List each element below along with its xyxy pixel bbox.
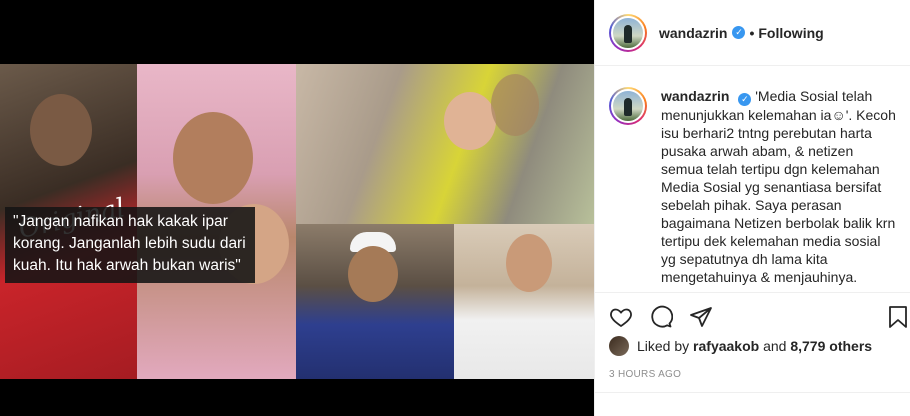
caption-text: wandazrin ✓ 'Media Sosial telah menunjuk… <box>661 87 897 292</box>
separator-dot: • <box>749 24 755 41</box>
likes-prefix: Liked by <box>637 338 690 354</box>
verified-badge-icon: ✓ <box>732 26 746 39</box>
action-bar <box>595 292 910 342</box>
comment-icon[interactable] <box>649 305 673 329</box>
share-icon[interactable] <box>689 305 713 329</box>
post-media[interactable]: Original "Jangan nafikan hak kakak ipar … <box>0 0 594 416</box>
post-timestamp[interactable]: 3 HOURS AGO <box>609 369 681 380</box>
bookmark-icon[interactable] <box>887 305 909 329</box>
post-header: wandazrin ✓ • Following <box>595 0 910 66</box>
following-button[interactable]: Following <box>758 25 823 41</box>
photo-man-white-shirt <box>454 224 594 379</box>
quote-line: korang. Janganlah lebih sudu dari <box>13 235 246 252</box>
caption-avatar[interactable] <box>609 87 647 125</box>
post-sidebar: wandazrin ✓ • Following wandazrin ✓ 'Med… <box>594 0 910 416</box>
verified-badge-icon: ✓ <box>738 93 752 106</box>
caption-username[interactable]: wandazrin <box>661 88 729 104</box>
quote-overlay: "Jangan nafikan hak kakak ipar korang. J… <box>5 207 255 283</box>
heart-icon[interactable] <box>609 305 633 329</box>
liker-avatar[interactable] <box>609 336 629 356</box>
header-username[interactable]: wandazrin <box>659 25 727 41</box>
caption: wandazrin ✓ 'Media Sosial telah menunjuk… <box>595 67 910 292</box>
liker-username[interactable]: rafyaakob <box>693 338 759 354</box>
photo-baby-yellow <box>296 64 594 224</box>
likes-middle: and <box>763 338 787 354</box>
quote-line: kuah. Itu hak arwah bukan waris" <box>13 257 241 274</box>
avatar[interactable] <box>609 13 647 52</box>
likes-others-link[interactable]: 8,779 others <box>790 338 872 354</box>
quote-line: "Jangan nafikan hak kakak ipar <box>13 213 228 230</box>
photo-man-white-cap <box>296 224 454 379</box>
comment-bar[interactable] <box>595 392 910 416</box>
caption-body: 'Media Sosial telah menunjukkan kelemaha… <box>661 88 896 285</box>
likes-summary: Liked by rafyaakob and 8,779 others <box>609 336 872 356</box>
